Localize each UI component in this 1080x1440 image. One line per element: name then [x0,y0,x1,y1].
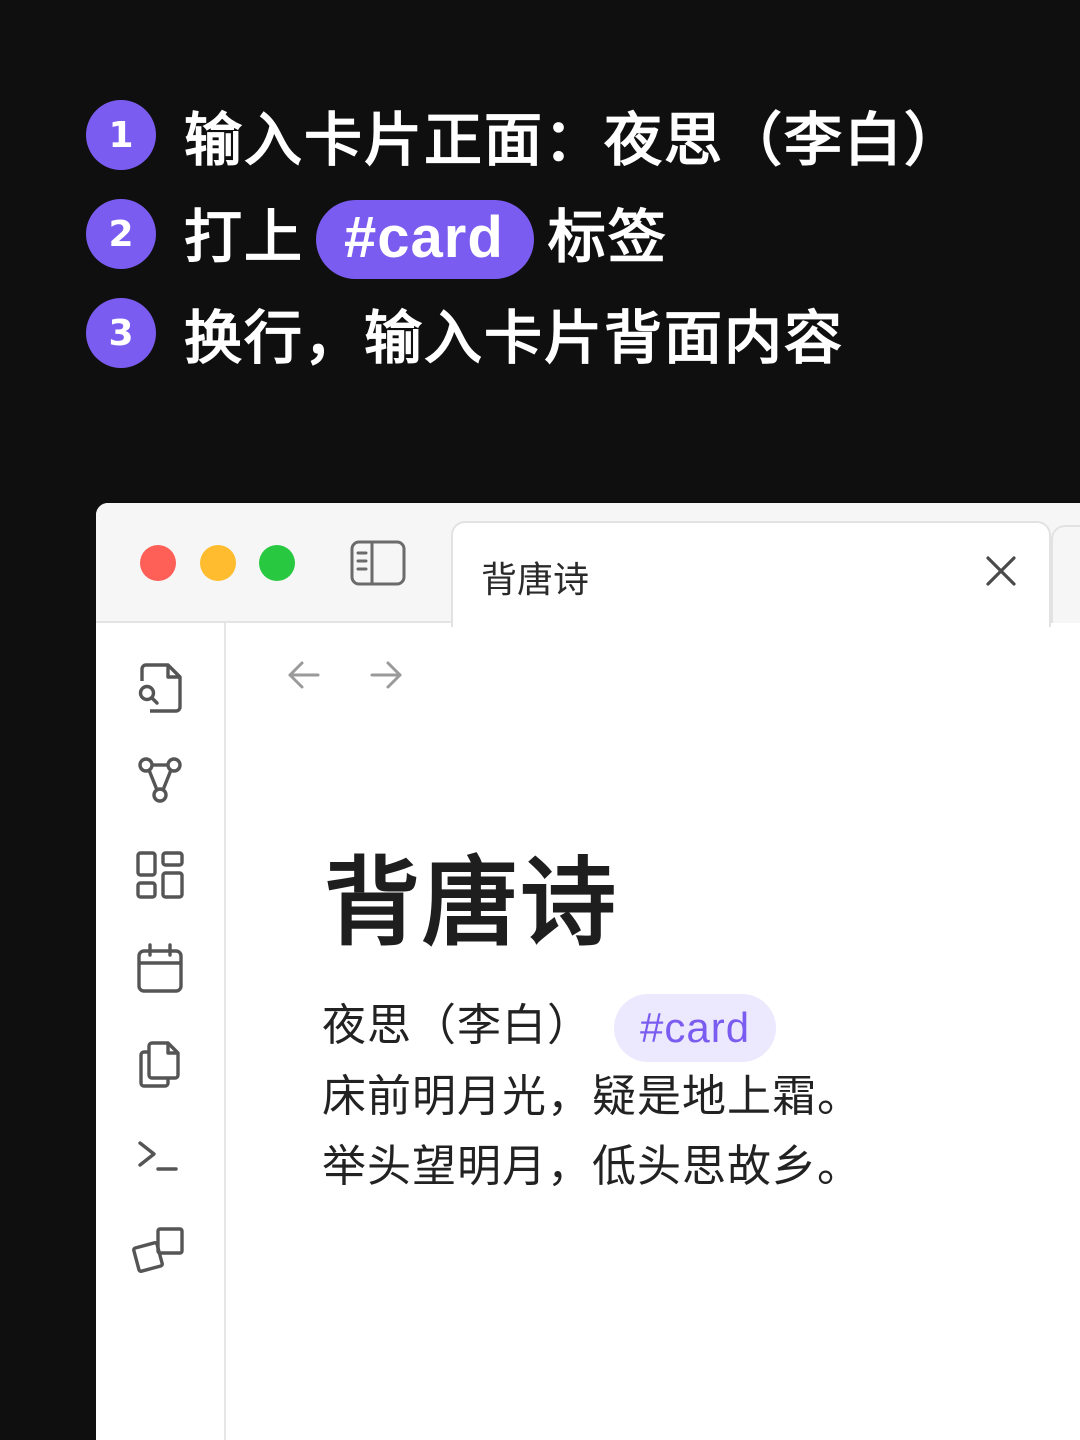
note-body[interactable]: 夜思（李白） #card 床前明月光，疑是地上霜。 举头望明月，低头思故乡。 [322,991,862,1202]
stage: 1 输入卡片正面：夜思（李白） 2 打上 #card 标签 3 换行，输入卡片背面内… [0,0,1080,1440]
title-bar: 背唐诗 [96,503,1080,627]
tab-next[interactable] [1051,525,1080,623]
note-title[interactable]: 背唐诗 [324,825,618,964]
step-2: 2 打上 #card 标签 [86,199,964,279]
file-search-icon[interactable] [132,659,188,715]
step-text: 打上 #card 标签 [184,190,668,279]
step-text-before: 打上 [184,202,305,271]
terminal-icon[interactable] [132,1129,188,1185]
copy-icon[interactable] [132,1035,188,1091]
tab-note[interactable]: 背唐诗 [451,521,1051,627]
step-text-after: 标签 [547,202,668,271]
step-number-badge: 2 [86,199,156,269]
step-text: 输入卡片正面：夜思（李白） [184,106,965,174]
note-line-1: 夜思（李白） #card [322,991,862,1062]
card-front-text: 夜思（李白） [322,1000,592,1051]
canvas-icon[interactable] [132,1223,188,1279]
ribbon [96,623,226,1440]
tab-title: 背唐诗 [481,560,590,601]
graph-icon[interactable] [132,753,188,809]
card-tag[interactable]: #card [614,994,777,1062]
app-window: 背唐诗 背唐诗 夜思（李白） #card 床前明月光，疑是地上霜。 举头望明月，… [96,503,1080,1440]
arrow-left-icon[interactable] [284,655,324,695]
arrow-right-icon[interactable] [366,655,406,695]
step-3: 3 换行，输入卡片背面内容 [86,298,964,372]
step-number-badge: 1 [86,100,156,170]
card-tag-pill: #card [316,199,534,279]
grid-icon[interactable] [132,847,188,903]
minimize-window-button[interactable] [200,545,236,581]
calendar-icon[interactable] [132,941,188,997]
close-window-button[interactable] [140,545,176,581]
instruction-steps: 1 输入卡片正面：夜思（李白） 2 打上 #card 标签 3 换行，输入卡片背面内… [86,100,964,397]
note-line-2: 床前明月光，疑是地上霜。 [322,1071,862,1122]
close-icon[interactable] [983,553,1019,589]
sidebar-toggle-icon[interactable] [350,539,406,587]
note-line-3: 举头望明月，低头思故乡。 [322,1141,862,1192]
step-1: 1 输入卡片正面：夜思（李白） [86,100,964,174]
step-text: 换行，输入卡片背面内容 [184,304,845,372]
zoom-window-button[interactable] [259,545,295,581]
step-number-badge: 3 [86,298,156,368]
